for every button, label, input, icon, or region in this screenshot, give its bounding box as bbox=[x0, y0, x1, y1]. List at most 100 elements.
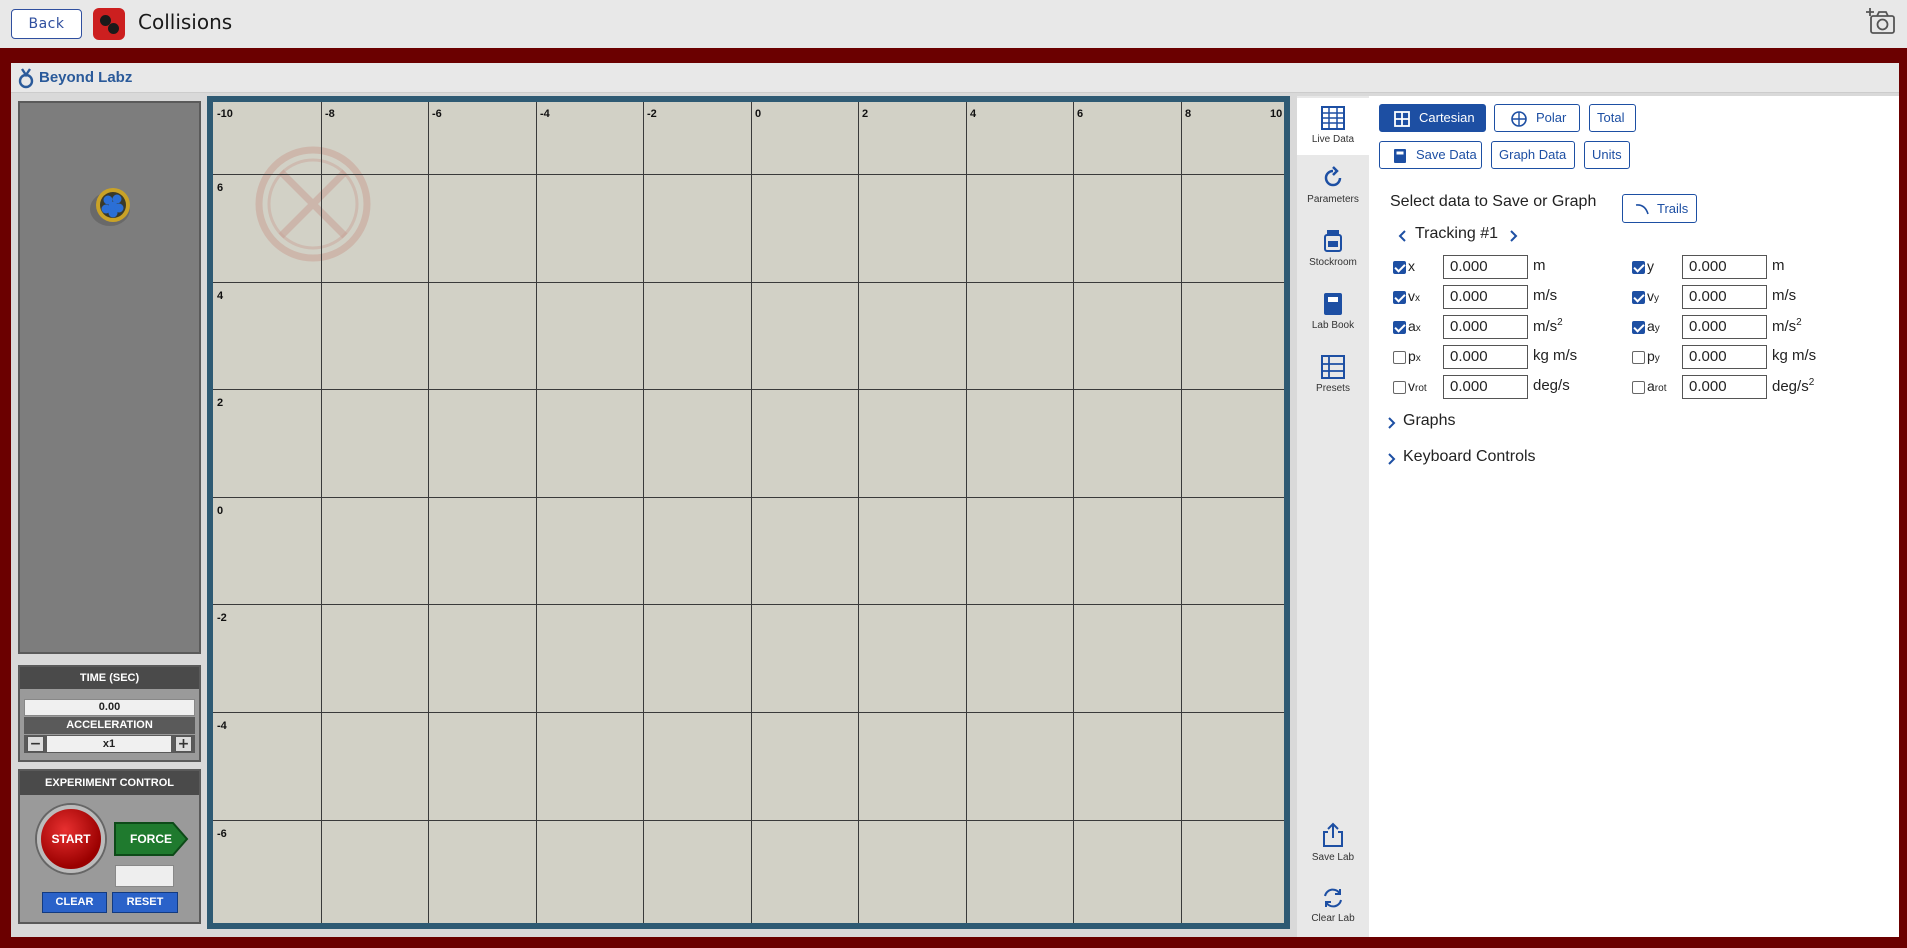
sidebar-item-live-data[interactable]: Live Data bbox=[1297, 98, 1369, 155]
chevron-right-icon bbox=[1388, 453, 1396, 465]
sidebar-item-label: Stockroom bbox=[1309, 257, 1357, 268]
y-tick-label: 4 bbox=[217, 290, 224, 302]
data-value-field[interactable]: 0.000 bbox=[1682, 375, 1767, 399]
data-value-field[interactable]: 0.000 bbox=[1443, 345, 1528, 369]
data-unit-label: m/s2 bbox=[1533, 317, 1563, 335]
back-button[interactable]: Back bbox=[11, 9, 82, 39]
sidebar-item-presets[interactable]: Presets bbox=[1297, 355, 1369, 407]
table-icon bbox=[1321, 106, 1345, 130]
start-button[interactable]: START bbox=[37, 805, 105, 873]
data-checkbox[interactable] bbox=[1393, 381, 1406, 394]
data-value-field[interactable]: 0.000 bbox=[1682, 315, 1767, 339]
data-variable-label: px bbox=[1408, 348, 1421, 364]
collisions-app-icon bbox=[93, 8, 125, 40]
data-value-field[interactable]: 0.000 bbox=[1443, 315, 1528, 339]
data-value-field[interactable]: 0.000 bbox=[1443, 255, 1528, 279]
app-title: Collisions bbox=[138, 10, 233, 34]
add-screenshot-icon[interactable] bbox=[1866, 7, 1896, 35]
grid-horizontal-line bbox=[213, 389, 1284, 390]
top-bar bbox=[0, 0, 1907, 48]
acceleration-value: x1 bbox=[47, 736, 171, 752]
data-variable-label: vrot bbox=[1408, 378, 1427, 394]
acceleration-increase-button[interactable]: + bbox=[175, 736, 192, 752]
data-checkbox[interactable] bbox=[1393, 291, 1406, 304]
x-tick-label: 0 bbox=[755, 108, 762, 120]
sidebar-item-stockroom[interactable]: Stockroom bbox=[1297, 229, 1369, 281]
brand-bar bbox=[11, 63, 1899, 93]
data-checkbox[interactable] bbox=[1632, 351, 1645, 364]
brand-name: Beyond Labz bbox=[39, 69, 133, 86]
data-checkbox[interactable] bbox=[1632, 381, 1645, 394]
x-tick-label: 6 bbox=[1077, 108, 1084, 120]
beyond-labz-logo-icon bbox=[17, 67, 35, 89]
data-checkbox[interactable] bbox=[1393, 351, 1406, 364]
grid-horizontal-line bbox=[213, 712, 1284, 713]
y-tick-label: 2 bbox=[217, 397, 224, 409]
sidebar-item-label: Live Data bbox=[1311, 134, 1355, 145]
x-tick-label: -4 bbox=[540, 108, 550, 120]
cartesian-button[interactable]: Cartesian bbox=[1379, 104, 1486, 132]
x-tick-label: 4 bbox=[970, 108, 977, 120]
next-tracking-chevron-icon[interactable] bbox=[1508, 228, 1518, 242]
data-unit-label: deg/s bbox=[1533, 377, 1570, 394]
trails-button[interactable]: Trails bbox=[1622, 194, 1697, 223]
data-unit-label: deg/s2 bbox=[1772, 377, 1815, 395]
tool-sidebar bbox=[1297, 96, 1369, 937]
workspace-grid[interactable]: -10 -8 -6 -4 -2 0 2 4 6 8 10 6 4 2 0 -2 -4 -6 bbox=[213, 102, 1284, 923]
x-tick-label: -2 bbox=[647, 108, 657, 120]
graph-data-button[interactable]: Graph Data bbox=[1491, 141, 1575, 169]
clear-button[interactable]: CLEAR bbox=[42, 892, 107, 913]
data-variable-label: arot bbox=[1647, 378, 1667, 394]
data-value-field[interactable]: 0.000 bbox=[1443, 285, 1528, 309]
ball-basket-icon[interactable] bbox=[88, 185, 134, 227]
force-button[interactable]: FORCE bbox=[113, 821, 189, 857]
select-data-label: Select data to Save or Graph bbox=[1390, 193, 1597, 210]
total-button[interactable]: Total bbox=[1589, 104, 1636, 132]
data-unit-label: m/s2 bbox=[1772, 317, 1802, 335]
save-data-button[interactable]: Save Data bbox=[1379, 141, 1482, 169]
grid-vertical-line bbox=[966, 102, 967, 923]
sidebar-item-label: Presets bbox=[1316, 383, 1350, 394]
x-tick-label: -6 bbox=[432, 108, 442, 120]
sidebar-item-label: Save Lab bbox=[1311, 852, 1355, 863]
grid-icon bbox=[1394, 111, 1410, 127]
units-button[interactable]: Units bbox=[1584, 141, 1630, 169]
y-tick-label: 6 bbox=[217, 182, 224, 194]
previous-tracking-chevron-icon[interactable] bbox=[1398, 228, 1408, 242]
data-unit-label: m bbox=[1772, 257, 1785, 274]
data-variable-label: y bbox=[1647, 258, 1654, 274]
chevron-right-icon bbox=[1388, 417, 1396, 429]
presets-list-icon bbox=[1321, 355, 1345, 379]
data-unit-label: m/s bbox=[1772, 287, 1797, 304]
data-value-field[interactable]: 0.000 bbox=[1443, 375, 1528, 399]
grid-horizontal-line bbox=[213, 282, 1284, 283]
sidebar-item-label: Parameters bbox=[1307, 194, 1359, 205]
force-input[interactable] bbox=[115, 865, 174, 887]
data-checkbox[interactable] bbox=[1393, 321, 1406, 334]
data-value-field[interactable]: 0.000 bbox=[1682, 255, 1767, 279]
data-value-field[interactable]: 0.000 bbox=[1682, 345, 1767, 369]
force-button-label: FORCE bbox=[130, 832, 172, 846]
x-tick-label: -10 bbox=[217, 108, 233, 120]
data-checkbox[interactable] bbox=[1393, 261, 1406, 274]
grid-vertical-line bbox=[321, 102, 322, 923]
data-checkbox[interactable] bbox=[1632, 321, 1645, 334]
object-tray bbox=[18, 101, 201, 654]
globe-icon bbox=[1511, 111, 1527, 127]
stockroom-jar-icon bbox=[1324, 230, 1342, 252]
data-variable-label: vy bbox=[1647, 288, 1659, 304]
clear-lab-button[interactable]: Clear Lab bbox=[1297, 887, 1369, 935]
acceleration-decrease-button[interactable]: − bbox=[27, 736, 44, 752]
polar-button[interactable]: Polar bbox=[1494, 104, 1580, 132]
grid-vertical-line bbox=[858, 102, 859, 923]
data-value-field[interactable]: 0.000 bbox=[1682, 285, 1767, 309]
grid-vertical-line bbox=[536, 102, 537, 923]
y-tick-label: 0 bbox=[217, 505, 224, 517]
sidebar-item-parameters[interactable]: Parameters bbox=[1297, 166, 1369, 218]
sidebar-item-lab-book[interactable]: Lab Book bbox=[1297, 292, 1369, 344]
reset-button[interactable]: RESET bbox=[112, 892, 178, 913]
data-checkbox[interactable] bbox=[1632, 261, 1645, 274]
save-lab-button[interactable]: Save Lab bbox=[1297, 822, 1369, 874]
data-checkbox[interactable] bbox=[1632, 291, 1645, 304]
reload-icon bbox=[1324, 888, 1342, 908]
